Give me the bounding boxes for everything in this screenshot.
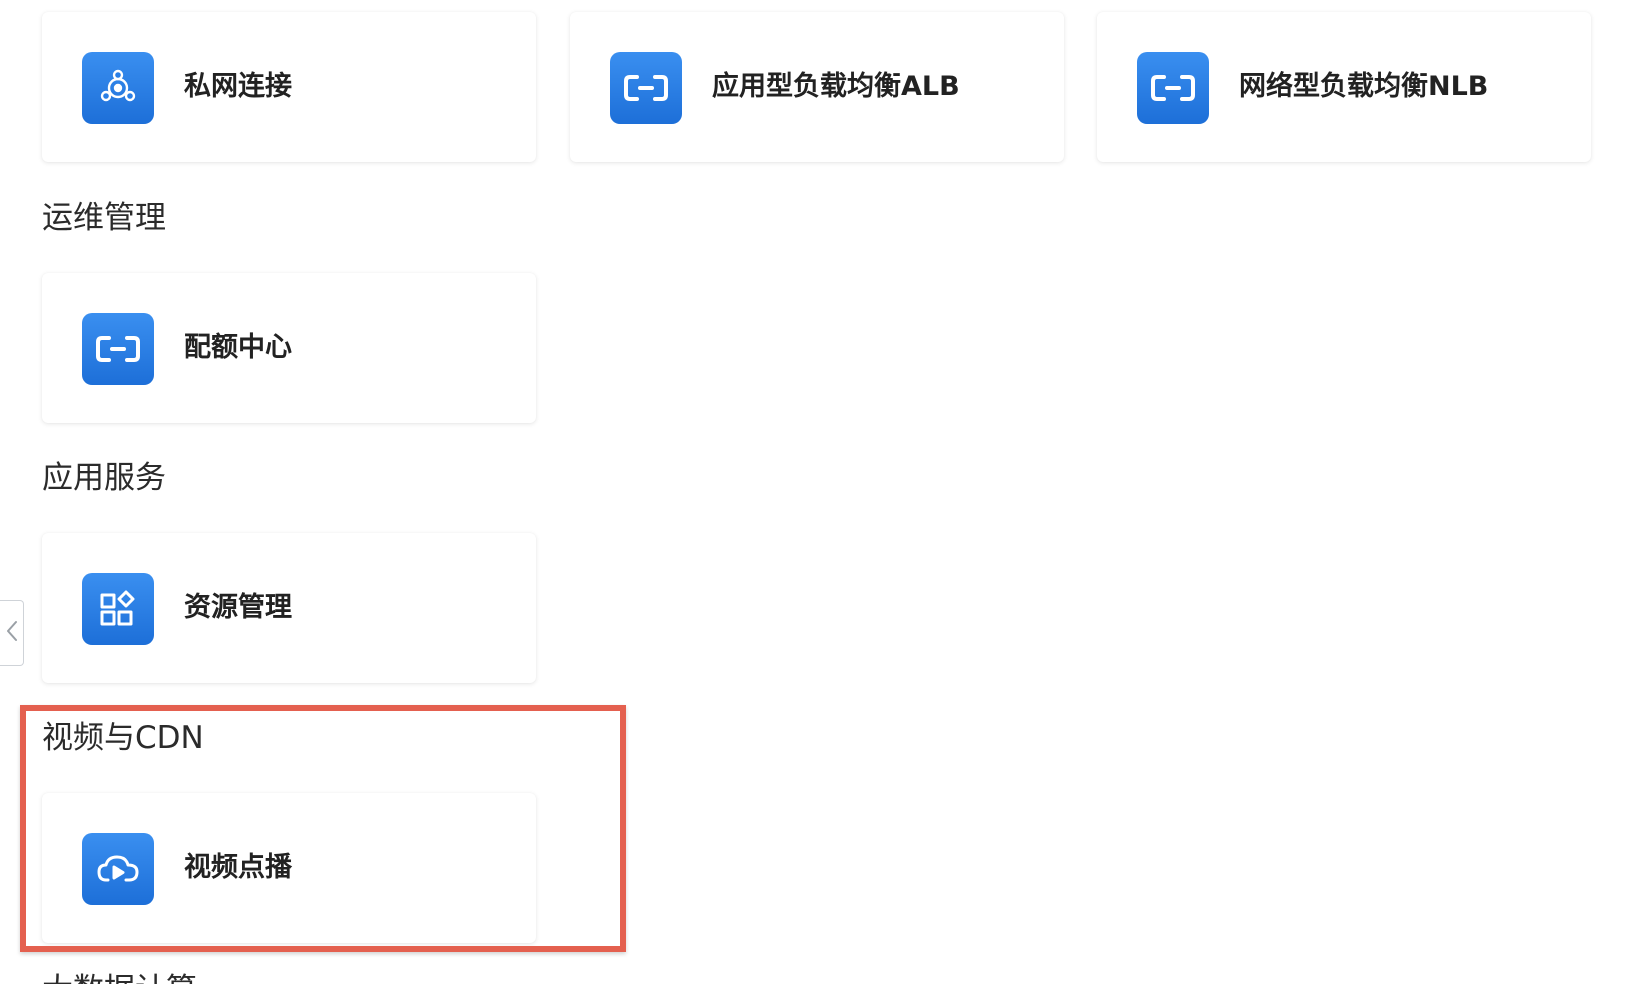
section-title-ops: 运维管理 [42,200,166,236]
section-title-video-cdn: 视频与CDN [42,720,204,756]
card-alb[interactable]: 应用型负载均衡ALB [570,12,1064,162]
aliyun-logo-icon [1137,52,1209,124]
aliyun-logo-icon [610,52,682,124]
card-nlb[interactable]: 网络型负载均衡NLB [1097,12,1591,162]
privatelink-icon [82,52,154,124]
card-label: 应用型负载均衡ALB [712,71,960,102]
card-label: 配额中心 [184,332,292,363]
card-resource-management[interactable]: 资源管理 [42,533,536,683]
card-vod[interactable]: 视频点播 [42,793,536,943]
section-title-partial: 大数据计算 [42,970,197,984]
resource-grid-icon [82,573,154,645]
chevron-left-icon [6,620,18,646]
sidebar-collapse-button[interactable] [0,600,24,666]
card-label: 视频点播 [184,852,292,883]
section-title-app-services: 应用服务 [42,460,166,496]
video-cloud-play-icon [82,833,154,905]
card-privatelink[interactable]: 私网连接 [42,12,536,162]
aliyun-logo-icon [82,313,154,385]
card-label: 资源管理 [184,592,292,623]
card-label: 网络型负载均衡NLB [1239,71,1489,102]
card-label: 私网连接 [184,71,292,102]
product-page: 私网连接 应用型负载均衡ALB 网络型负载均衡NLB 运维管理 配额中心 应用服… [0,0,1630,984]
card-quota-center[interactable]: 配额中心 [42,273,536,423]
